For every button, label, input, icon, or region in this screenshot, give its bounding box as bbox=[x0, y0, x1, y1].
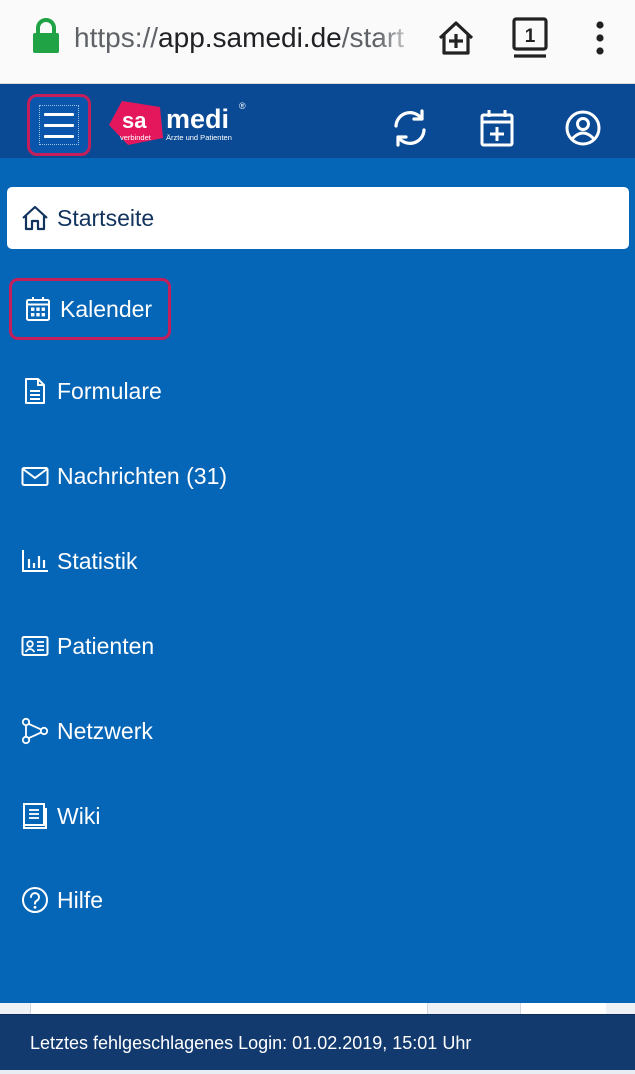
tab-count: 1 bbox=[525, 26, 536, 47]
url-host: app.samedi.de bbox=[158, 22, 342, 53]
id-card-icon bbox=[21, 632, 49, 660]
hamburger-menu-button[interactable] bbox=[27, 94, 91, 156]
app-header: sa medi ® verbindet Ärzte und Patienten bbox=[0, 84, 635, 158]
user-account-icon[interactable] bbox=[563, 108, 603, 148]
tabs-icon: 1 bbox=[512, 17, 548, 58]
sync-icon[interactable] bbox=[390, 108, 430, 148]
menu-item-label: Kalender bbox=[60, 295, 153, 322]
url-path: /start bbox=[341, 22, 404, 53]
menu-item-label: Hilfe bbox=[57, 886, 104, 913]
menu-item-formulare[interactable]: Formulare bbox=[7, 360, 629, 422]
document-icon bbox=[21, 377, 49, 405]
navigation-menu: Startseite Kalender Formulare Nachrichte… bbox=[0, 158, 635, 1003]
menu-item-startseite[interactable]: Startseite bbox=[7, 187, 629, 249]
browser-toolbar: https://app.samedi.de/start 1 bbox=[0, 0, 635, 84]
help-icon bbox=[21, 886, 49, 914]
menu-item-label: Patienten bbox=[57, 632, 155, 659]
calendar-icon bbox=[24, 295, 52, 323]
book-icon bbox=[21, 802, 49, 830]
menu-item-label: Nachrichten (31) bbox=[57, 462, 228, 489]
menu-item-label: Netzwerk bbox=[57, 717, 153, 744]
lock-icon bbox=[33, 18, 59, 53]
menu-item-nachrichten[interactable]: Nachrichten (31) bbox=[7, 445, 629, 507]
menu-item-label: Wiki bbox=[57, 802, 101, 829]
status-footer: Letztes fehlgeschlagenes Login: 01.02.20… bbox=[0, 1014, 635, 1070]
bottom-strip bbox=[0, 1070, 635, 1074]
tabs-button[interactable]: 1 bbox=[502, 12, 558, 64]
network-icon bbox=[21, 717, 49, 745]
samedi-logo[interactable]: sa medi ® verbindet Ärzte und Patienten bbox=[108, 98, 248, 146]
underlying-card bbox=[520, 1003, 606, 1014]
logo-tag-right: Ärzte und Patienten bbox=[166, 133, 232, 142]
last-failed-login-text: Letztes fehlgeschlagenes Login: 01.02.20… bbox=[30, 1033, 472, 1053]
calendar-add-icon[interactable] bbox=[477, 108, 517, 148]
browser-overflow-menu-button[interactable] bbox=[572, 12, 628, 64]
bar-chart-icon bbox=[21, 547, 49, 575]
logo-registered: ® bbox=[239, 101, 246, 111]
menu-item-statistik[interactable]: Statistik bbox=[7, 530, 629, 592]
menu-item-label: Statistik bbox=[57, 547, 138, 574]
logo-sa: sa bbox=[122, 108, 147, 133]
menu-item-kalender[interactable]: Kalender bbox=[9, 278, 172, 340]
menu-item-label: Formulare bbox=[57, 377, 162, 404]
menu-item-label: Startseite bbox=[57, 204, 155, 231]
envelope-icon bbox=[21, 462, 49, 490]
underlying-content bbox=[0, 1003, 635, 1014]
add-to-home-button[interactable] bbox=[428, 12, 484, 64]
menu-item-netzwerk[interactable]: Netzwerk bbox=[7, 700, 629, 762]
home-icon bbox=[21, 204, 49, 232]
menu-item-hilfe[interactable]: Hilfe bbox=[7, 869, 629, 931]
home-add-icon bbox=[438, 21, 474, 55]
underlying-card bbox=[30, 1003, 428, 1014]
menu-item-wiki[interactable]: Wiki bbox=[7, 785, 629, 847]
address-bar[interactable]: https://app.samedi.de/start bbox=[74, 18, 420, 58]
logo-tag-left: verbindet bbox=[120, 133, 152, 142]
hamburger-menu-icon bbox=[39, 105, 79, 145]
overflow-menu-icon bbox=[596, 21, 604, 55]
logo-medi: medi bbox=[166, 104, 229, 134]
menu-item-patienten[interactable]: Patienten bbox=[7, 615, 629, 677]
url-scheme: https:// bbox=[74, 22, 159, 53]
